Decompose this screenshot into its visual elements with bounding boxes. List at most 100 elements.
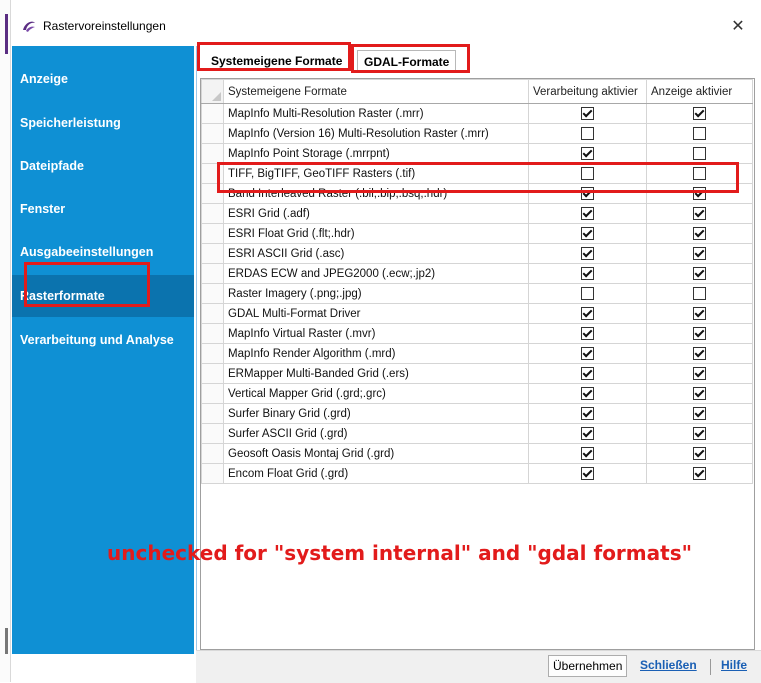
row-header[interactable] bbox=[201, 403, 224, 424]
display-checkbox[interactable] bbox=[693, 327, 706, 340]
sidebar-item-dateipfade[interactable]: Dateipfade bbox=[12, 145, 194, 187]
sidebar-item-speicherleistung[interactable]: Speicherleistung bbox=[12, 102, 194, 144]
processing-checkbox[interactable] bbox=[581, 207, 594, 220]
processing-checkbox[interactable] bbox=[581, 127, 594, 140]
processing-checkbox[interactable] bbox=[581, 287, 594, 300]
display-checkbox[interactable] bbox=[693, 407, 706, 420]
column-header-display[interactable]: Anzeige aktivier bbox=[646, 79, 753, 104]
table-row[interactable]: ERDAS ECW and JPEG2000 (.ecw;.jp2) bbox=[201, 263, 753, 284]
row-header[interactable] bbox=[201, 163, 224, 184]
processing-cell bbox=[528, 303, 647, 324]
table-row[interactable]: Surfer ASCII Grid (.grd) bbox=[201, 423, 753, 444]
column-header-processing[interactable]: Verarbeitung aktivier bbox=[528, 79, 647, 104]
table-row[interactable]: GDAL Multi-Format Driver bbox=[201, 303, 753, 324]
processing-checkbox[interactable] bbox=[581, 407, 594, 420]
row-header[interactable] bbox=[201, 203, 224, 224]
display-checkbox[interactable] bbox=[693, 447, 706, 460]
tab-systemeigene-formate[interactable]: Systemeigene Formate bbox=[205, 50, 348, 72]
sidebar-item-rasterformate[interactable]: Rasterformate bbox=[12, 275, 194, 317]
display-checkbox[interactable] bbox=[693, 287, 706, 300]
processing-checkbox[interactable] bbox=[581, 367, 594, 380]
display-checkbox[interactable] bbox=[693, 427, 706, 440]
table-row[interactable]: ESRI ASCII Grid (.asc) bbox=[201, 243, 753, 264]
processing-checkbox[interactable] bbox=[581, 167, 594, 180]
sidebar-item-fenster[interactable]: Fenster bbox=[12, 188, 194, 230]
row-header[interactable] bbox=[201, 363, 224, 384]
display-checkbox[interactable] bbox=[693, 107, 706, 120]
display-checkbox[interactable] bbox=[693, 167, 706, 180]
table-row[interactable]: ESRI Float Grid (.flt;.hdr) bbox=[201, 223, 753, 244]
processing-checkbox[interactable] bbox=[581, 247, 594, 260]
processing-checkbox[interactable] bbox=[581, 427, 594, 440]
table-row[interactable]: MapInfo (Version 16) Multi-Resolution Ra… bbox=[201, 123, 753, 144]
processing-checkbox[interactable] bbox=[581, 447, 594, 460]
row-header[interactable] bbox=[201, 463, 224, 484]
row-header[interactable] bbox=[201, 283, 224, 304]
processing-checkbox[interactable] bbox=[581, 227, 594, 240]
row-header[interactable] bbox=[201, 263, 224, 284]
tab-gdal-formate[interactable]: GDAL-Formate bbox=[357, 50, 457, 73]
close-link[interactable]: Schließen bbox=[640, 658, 697, 672]
display-checkbox[interactable] bbox=[693, 347, 706, 360]
display-checkbox[interactable] bbox=[693, 387, 706, 400]
display-checkbox[interactable] bbox=[693, 227, 706, 240]
processing-checkbox[interactable] bbox=[581, 107, 594, 120]
table-row[interactable]: Band Interleaved Raster (.bil;.bip;.bsq;… bbox=[201, 183, 753, 204]
row-header[interactable] bbox=[201, 423, 224, 444]
row-header[interactable] bbox=[201, 383, 224, 404]
row-header[interactable] bbox=[201, 323, 224, 344]
sidebar-item-anzeige[interactable]: Anzeige bbox=[12, 58, 194, 100]
display-checkbox[interactable] bbox=[693, 247, 706, 260]
sidebar-item-ausgabeeinstellungen[interactable]: Ausgabeeinstellungen bbox=[12, 231, 194, 273]
row-header[interactable] bbox=[201, 303, 224, 324]
display-checkbox[interactable] bbox=[693, 367, 706, 380]
sidebar-item-verarbeitung-und-analyse[interactable]: Verarbeitung und Analyse bbox=[12, 319, 194, 361]
table-row[interactable]: Vertical Mapper Grid (.grd;.grc) bbox=[201, 383, 753, 404]
display-checkbox[interactable] bbox=[693, 147, 706, 160]
column-header-format[interactable]: Systemeigene Formate bbox=[223, 79, 529, 104]
table-row[interactable]: MapInfo Render Algorithm (.mrd) bbox=[201, 343, 753, 364]
row-header[interactable] bbox=[201, 183, 224, 204]
format-name: Surfer Binary Grid (.grd) bbox=[223, 403, 529, 424]
close-icon[interactable]: ✕ bbox=[715, 10, 761, 44]
display-checkbox[interactable] bbox=[693, 207, 706, 220]
apply-button[interactable]: Übernehmen bbox=[548, 655, 628, 677]
processing-checkbox[interactable] bbox=[581, 387, 594, 400]
processing-cell bbox=[528, 103, 647, 124]
processing-cell bbox=[528, 343, 647, 364]
table-row[interactable]: MapInfo Multi-Resolution Raster (.mrr) bbox=[201, 103, 753, 124]
row-header[interactable] bbox=[201, 443, 224, 464]
display-checkbox[interactable] bbox=[693, 267, 706, 280]
format-name: Geosoft Oasis Montaj Grid (.grd) bbox=[223, 443, 529, 464]
table-row[interactable]: MapInfo Point Storage (.mrrpnt) bbox=[201, 143, 753, 164]
display-cell bbox=[646, 383, 753, 404]
processing-checkbox[interactable] bbox=[581, 267, 594, 280]
processing-checkbox[interactable] bbox=[581, 187, 594, 200]
display-checkbox[interactable] bbox=[693, 467, 706, 480]
table-row[interactable]: MapInfo Virtual Raster (.mvr) bbox=[201, 323, 753, 344]
help-link[interactable]: Hilfe bbox=[721, 658, 747, 672]
processing-checkbox[interactable] bbox=[581, 327, 594, 340]
format-name: ESRI ASCII Grid (.asc) bbox=[223, 243, 529, 264]
row-header[interactable] bbox=[201, 143, 224, 164]
row-header[interactable] bbox=[201, 343, 224, 364]
table-row[interactable]: Raster Imagery (.png;.jpg) bbox=[201, 283, 753, 304]
row-header[interactable] bbox=[201, 243, 224, 264]
row-header[interactable] bbox=[201, 123, 224, 144]
table-row[interactable]: TIFF, BigTIFF, GeoTIFF Rasters (.tif) bbox=[201, 163, 753, 184]
display-checkbox[interactable] bbox=[693, 127, 706, 140]
row-header[interactable] bbox=[201, 223, 224, 244]
processing-checkbox[interactable] bbox=[581, 347, 594, 360]
processing-checkbox[interactable] bbox=[581, 467, 594, 480]
table-row[interactable]: ERMapper Multi-Banded Grid (.ers) bbox=[201, 363, 753, 384]
table-row[interactable]: ESRI Grid (.adf) bbox=[201, 203, 753, 224]
processing-checkbox[interactable] bbox=[581, 307, 594, 320]
display-checkbox[interactable] bbox=[693, 187, 706, 200]
background-accent-bottom bbox=[5, 628, 8, 654]
display-checkbox[interactable] bbox=[693, 307, 706, 320]
table-row[interactable]: Encom Float Grid (.grd) bbox=[201, 463, 753, 484]
processing-checkbox[interactable] bbox=[581, 147, 594, 160]
row-header[interactable] bbox=[201, 103, 224, 124]
table-row[interactable]: Surfer Binary Grid (.grd) bbox=[201, 403, 753, 424]
table-row[interactable]: Geosoft Oasis Montaj Grid (.grd) bbox=[201, 443, 753, 464]
